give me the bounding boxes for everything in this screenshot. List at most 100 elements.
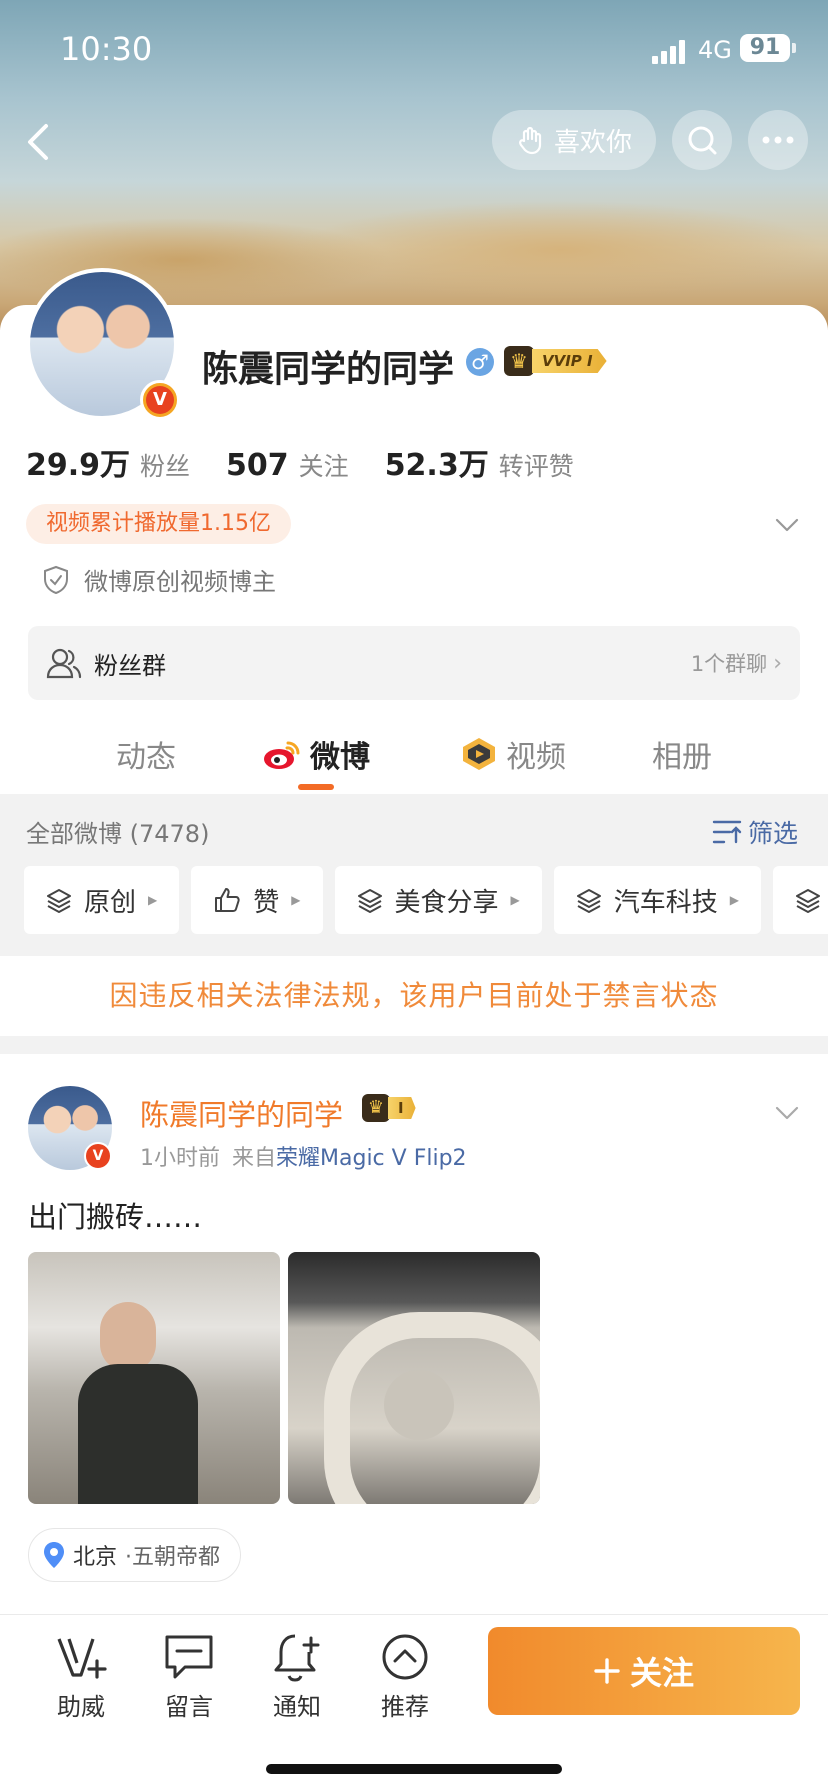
cheer-v-plus-icon bbox=[57, 1638, 107, 1679]
location-city: 北京 bbox=[73, 1545, 118, 1570]
profile-stats: 29.9万 粉丝 507 关注 52.3万 转评赞 bbox=[26, 440, 610, 484]
chip-food[interactable]: 美食分享 ▶ bbox=[334, 866, 542, 934]
status-bar: 10:30 4G 91 bbox=[0, 0, 828, 100]
home-indicator bbox=[266, 1764, 562, 1774]
location-pin-icon bbox=[44, 1542, 64, 1568]
cheer-label: 助威 bbox=[57, 1693, 105, 1721]
filter-icon bbox=[712, 820, 742, 844]
weibo-post: V 陈震同学的同学 ♛ I 1小时前 来自荣耀Magic V Flip2 出门搬… bbox=[0, 1056, 828, 1616]
fan-group-label: 粉丝群 bbox=[94, 651, 166, 680]
verified-badge-icon: V bbox=[140, 380, 180, 420]
post-vip-badge[interactable]: ♛ I bbox=[362, 1094, 416, 1122]
chip-label: 原创 bbox=[84, 887, 137, 918]
tab-label: 相册 bbox=[652, 740, 712, 775]
profile-tabs: 动态 微博 视频 相册 bbox=[0, 718, 828, 792]
cheer-button[interactable]: 助威 bbox=[36, 1629, 126, 1722]
follow-label: 关注 bbox=[629, 1654, 694, 1692]
post-meta: 1小时前 来自荣耀Magic V Flip2 bbox=[140, 1140, 467, 1172]
signal-icon bbox=[652, 40, 688, 64]
group-users-icon bbox=[46, 648, 82, 679]
plus-icon bbox=[594, 1658, 620, 1684]
post-author-name[interactable]: 陈震同学的同学 bbox=[140, 1092, 343, 1134]
verification-info: 微博原创视频博主 bbox=[42, 562, 276, 597]
location-subtitle: ·五朝帝都 bbox=[125, 1545, 221, 1570]
active-tab-indicator bbox=[298, 784, 334, 790]
message-label: 留言 bbox=[165, 1693, 213, 1721]
tab-label: 动态 bbox=[116, 740, 176, 775]
thumbs-up-icon bbox=[215, 888, 240, 912]
chip-auto-tech[interactable]: 汽车科技 ▶ bbox=[553, 866, 761, 934]
location-tag[interactable]: 北京 ·五朝帝都 bbox=[28, 1528, 242, 1582]
stat-number: 29.9万 bbox=[26, 448, 131, 483]
chip-like[interactable]: 赞 ▶ bbox=[191, 866, 323, 934]
post-text: 出门搬砖…… bbox=[28, 1200, 203, 1234]
chip-label: 赞 bbox=[253, 887, 280, 918]
stat-interactions[interactable]: 52.3万 转评赞 bbox=[385, 440, 574, 484]
fan-group-count: 1个群聊 bbox=[690, 652, 768, 676]
recommend-label: 推荐 bbox=[381, 1693, 429, 1721]
notify-button[interactable]: 通知 bbox=[252, 1629, 342, 1722]
back-button[interactable] bbox=[18, 118, 66, 166]
recommend-button[interactable]: 推荐 bbox=[360, 1629, 450, 1722]
vip-label: VVIP I bbox=[532, 349, 607, 373]
chip-more[interactable] bbox=[773, 866, 828, 934]
more-button[interactable] bbox=[748, 110, 808, 170]
male-gender-icon: ♂ bbox=[466, 348, 494, 376]
filter-button[interactable]: 筛选 bbox=[712, 814, 798, 850]
vip-level: I bbox=[388, 1097, 416, 1119]
battery-icon: 91 bbox=[740, 34, 796, 62]
follow-button[interactable]: 关注 bbox=[488, 1627, 800, 1715]
tab-weibo[interactable]: 微博 bbox=[262, 732, 370, 776]
stat-number: 507 bbox=[226, 448, 289, 483]
layers-icon bbox=[47, 889, 71, 913]
banned-notice: 因违反相关法律法规，该用户目前处于禁言状态 bbox=[0, 956, 828, 1036]
crown-icon: ♛ bbox=[362, 1094, 390, 1122]
stat-following[interactable]: 507 关注 bbox=[226, 447, 349, 483]
filter-label: 筛选 bbox=[748, 819, 799, 848]
stat-label: 关注 bbox=[298, 452, 349, 481]
status-time: 10:30 bbox=[60, 30, 153, 68]
notify-label: 通知 bbox=[273, 1693, 321, 1721]
stat-number: 52.3万 bbox=[384, 448, 489, 483]
search-icon bbox=[688, 126, 717, 155]
tab-activity[interactable]: 动态 bbox=[116, 732, 176, 776]
video-play-count-badge[interactable]: 视频累计播放量1.15亿 bbox=[26, 504, 291, 544]
all-weibo-count: 全部微博 (7478) bbox=[26, 820, 210, 848]
chevron-right-icon: › bbox=[773, 650, 782, 676]
like-you-label: 喜欢你 bbox=[553, 127, 632, 158]
chevron-up-circle-icon bbox=[382, 1634, 428, 1680]
like-you-button[interactable]: 喜欢你 bbox=[492, 110, 656, 170]
chip-label: 美食分享 bbox=[394, 887, 499, 918]
shield-icon bbox=[44, 565, 68, 594]
post-device-link[interactable]: 荣耀Magic V Flip2 bbox=[276, 1146, 467, 1171]
search-button[interactable] bbox=[672, 110, 732, 170]
chevron-down-icon[interactable] bbox=[774, 1100, 800, 1126]
tab-label: 视频 bbox=[506, 740, 566, 775]
stat-label: 转评赞 bbox=[498, 452, 574, 481]
triangle-right-icon: ▶ bbox=[510, 893, 520, 907]
post-source-prefix: 来自 bbox=[232, 1146, 277, 1171]
post-image-selfie[interactable] bbox=[28, 1252, 280, 1504]
layers-icon bbox=[796, 889, 820, 913]
triangle-right-icon: ▶ bbox=[148, 893, 158, 907]
network-type: 4G bbox=[698, 36, 732, 64]
tab-video[interactable]: 视频 bbox=[460, 732, 566, 776]
message-bubble-icon bbox=[165, 1635, 213, 1679]
triangle-right-icon: ▶ bbox=[291, 893, 301, 907]
video-hex-icon bbox=[463, 738, 495, 770]
layers-icon bbox=[357, 889, 382, 913]
tab-label: 微博 bbox=[310, 740, 370, 775]
tab-album[interactable]: 相册 bbox=[652, 732, 712, 776]
triangle-right-icon: ▶ bbox=[729, 893, 739, 907]
more-dots-icon bbox=[762, 136, 794, 144]
chevron-down-icon[interactable] bbox=[774, 512, 800, 538]
chevron-left-icon bbox=[28, 124, 48, 160]
stat-label: 粉丝 bbox=[140, 452, 191, 481]
vip-badge[interactable]: ♛ VVIP I bbox=[504, 344, 607, 378]
post-image-steering-wheel[interactable] bbox=[288, 1252, 540, 1504]
stat-followers[interactable]: 29.9万 粉丝 bbox=[26, 440, 190, 484]
fan-group-row[interactable]: 粉丝群 1个群聊 › bbox=[28, 626, 800, 700]
profile-name: 陈震同学的同学 bbox=[202, 349, 455, 390]
message-button[interactable]: 留言 bbox=[144, 1629, 234, 1722]
chip-original[interactable]: 原创 ▶ bbox=[24, 866, 180, 934]
